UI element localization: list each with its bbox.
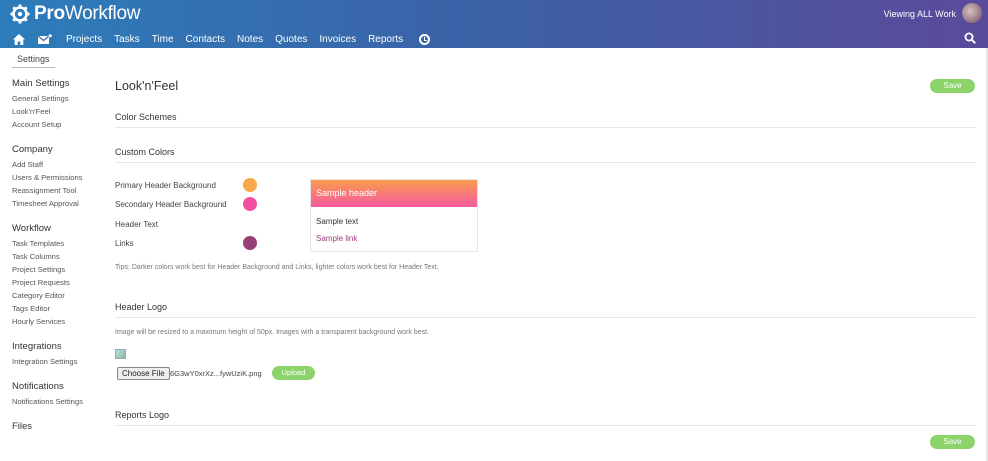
save-button-bottom[interactable]: Save bbox=[930, 435, 975, 449]
nav-projects[interactable]: Projects bbox=[66, 34, 102, 45]
top-bar: ProWorkflow Viewing ALL Work Projects Ta… bbox=[0, 0, 988, 48]
sidebar-group-company: Company Add Staff Users & Permissions Re… bbox=[12, 144, 107, 210]
sidebar-group-workflow: Workflow Task Templates Task Columns Pro… bbox=[12, 223, 107, 328]
mail-icon[interactable] bbox=[38, 33, 52, 45]
clock-icon[interactable] bbox=[419, 33, 431, 45]
sidebar-heading: Main Settings bbox=[12, 78, 70, 89]
sidebar-item-look-n-feel[interactable]: Look'n'Feel bbox=[12, 105, 107, 118]
section-custom-colors: Custom Colors bbox=[115, 147, 975, 163]
sidebar-item-timesheet-approval[interactable]: Timesheet Approval bbox=[12, 197, 107, 210]
sidebar-item-hourly-services[interactable]: Hourly Services bbox=[12, 315, 107, 328]
sidebar-heading: Company bbox=[12, 144, 53, 155]
sidebar-group-files: Files bbox=[12, 421, 107, 432]
sample-preview: Sample header Sample text Sample link bbox=[310, 179, 478, 252]
app-name: ProWorkflow bbox=[34, 3, 140, 25]
sidebar-item-project-settings[interactable]: Project Settings bbox=[12, 263, 107, 276]
sample-text: Sample text bbox=[316, 217, 359, 226]
broken-image-icon bbox=[115, 349, 126, 359]
search-icon[interactable] bbox=[964, 32, 976, 44]
color-swatch-secondary-header[interactable] bbox=[243, 197, 257, 211]
settings-sidebar: Main Settings General Settings Look'n'Fe… bbox=[12, 78, 107, 445]
selected-file-name: 6G3wY0xrXz...fywUziK.png bbox=[170, 369, 262, 378]
upload-button[interactable]: Upload bbox=[272, 366, 315, 380]
home-icon[interactable] bbox=[13, 33, 25, 45]
nav-notes[interactable]: Notes bbox=[237, 34, 263, 45]
sample-header: Sample header bbox=[311, 180, 477, 207]
sidebar-item-add-staff[interactable]: Add Staff bbox=[12, 158, 107, 171]
viewing-scope[interactable]: Viewing ALL Work bbox=[884, 9, 956, 19]
choose-file-button[interactable]: Choose File bbox=[117, 367, 170, 380]
sidebar-item-category-editor[interactable]: Category Editor bbox=[12, 289, 107, 302]
sidebar-item-users-permissions[interactable]: Users & Permissions bbox=[12, 171, 107, 184]
page-title: Look'n'Feel bbox=[115, 79, 179, 93]
sidebar-item-reassignment-tool[interactable]: Reassignment Tool bbox=[12, 184, 107, 197]
sidebar-heading: Files bbox=[12, 421, 33, 432]
sidebar-item-integration-settings[interactable]: Integration Settings bbox=[12, 355, 107, 368]
color-label-header-text: Header Text bbox=[115, 220, 158, 229]
section-header-logo: Header Logo bbox=[115, 302, 975, 318]
save-button[interactable]: Save bbox=[930, 79, 975, 93]
color-label-links: Links bbox=[115, 239, 134, 248]
section-color-schemes: Color Schemes bbox=[115, 112, 975, 128]
color-swatch-primary-header[interactable] bbox=[243, 178, 257, 192]
sidebar-item-project-requests[interactable]: Project Requests bbox=[12, 276, 107, 289]
sidebar-item-account-setup[interactable]: Account Setup bbox=[12, 118, 107, 131]
nav-time[interactable]: Time bbox=[152, 34, 174, 45]
sidebar-item-notifications-settings[interactable]: Notifications Settings bbox=[12, 395, 107, 408]
app-logo[interactable]: ProWorkflow bbox=[10, 3, 140, 25]
sidebar-item-general-settings[interactable]: General Settings bbox=[12, 92, 107, 105]
nav-quotes[interactable]: Quotes bbox=[275, 34, 307, 45]
nav-invoices[interactable]: Invoices bbox=[319, 34, 356, 45]
sample-link[interactable]: Sample link bbox=[316, 234, 357, 243]
main-nav: Projects Tasks Time Contacts Notes Quote… bbox=[0, 30, 431, 48]
nav-contacts[interactable]: Contacts bbox=[186, 34, 225, 45]
color-swatch-links[interactable] bbox=[243, 236, 257, 250]
tips-text: Tips: Darker colors work best for Header… bbox=[115, 264, 439, 271]
app-name-bold: Pro bbox=[34, 3, 65, 24]
nav-tasks[interactable]: Tasks bbox=[114, 34, 140, 45]
breadcrumb[interactable]: Settings bbox=[12, 54, 55, 68]
sidebar-group-integrations: Integrations Integration Settings bbox=[12, 341, 107, 368]
color-swatch-header-text[interactable] bbox=[243, 217, 257, 231]
avatar[interactable] bbox=[962, 3, 982, 23]
color-label-primary-header: Primary Header Background bbox=[115, 181, 216, 190]
sidebar-group-notifications: Notifications Notifications Settings bbox=[12, 381, 107, 408]
sidebar-heading: Integrations bbox=[12, 341, 62, 352]
section-reports-logo: Reports Logo bbox=[115, 410, 975, 426]
sidebar-item-tags-editor[interactable]: Tags Editor bbox=[12, 302, 107, 315]
sidebar-item-task-columns[interactable]: Task Columns bbox=[12, 250, 107, 263]
color-label-secondary-header: Secondary Header Background bbox=[115, 200, 227, 209]
sidebar-group-main-settings: Main Settings General Settings Look'n'Fe… bbox=[12, 78, 107, 131]
gear-logo-icon bbox=[10, 4, 30, 24]
app-name-rest: Workflow bbox=[64, 3, 141, 24]
logo-note: Image will be resized to a maximum heigh… bbox=[115, 329, 429, 336]
nav-reports[interactable]: Reports bbox=[368, 34, 403, 45]
sidebar-heading: Workflow bbox=[12, 223, 51, 234]
sidebar-item-task-templates[interactable]: Task Templates bbox=[12, 237, 107, 250]
sidebar-heading: Notifications bbox=[12, 381, 64, 392]
